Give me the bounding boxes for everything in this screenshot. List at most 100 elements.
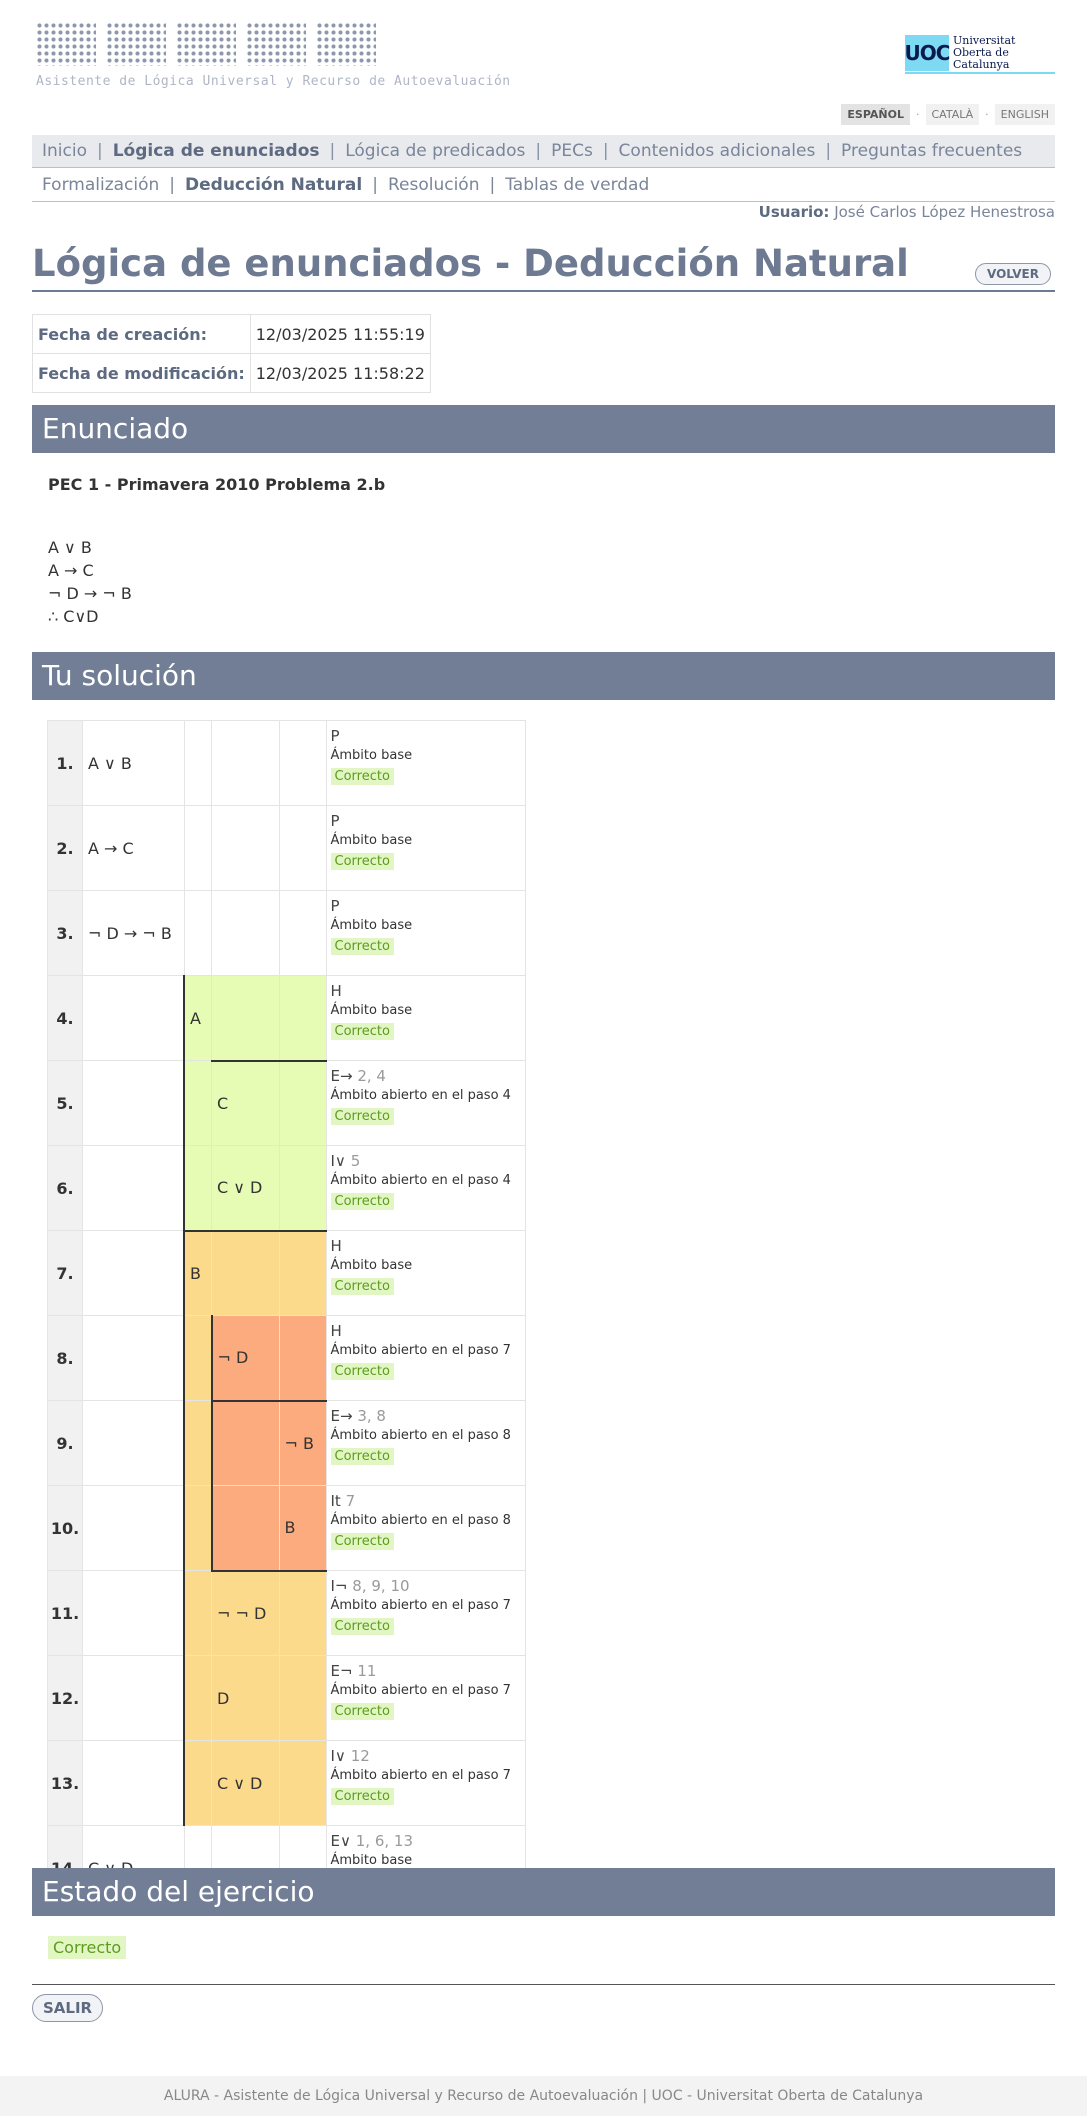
proof-justification: E→ 2, 4 Ámbito abierto en el paso 4 Correc…	[325, 1060, 526, 1146]
proof-rule: I¬ 8, 9, 10	[331, 1577, 521, 1595]
proof-rule-name: P	[330, 897, 340, 915]
proof-formula: ¬ ¬ D	[211, 1569, 280, 1656]
proof-status-badge: Correcto	[330, 853, 394, 870]
lang-english[interactable]: ENGLISH	[994, 104, 1055, 125]
nav-inicio[interactable]: Inicio	[32, 141, 97, 161]
proof-scope: Ámbito abierto en el paso 7	[330, 1768, 511, 1783]
proof-step-number: 2.	[47, 805, 83, 891]
proof-scope-cell	[82, 1145, 185, 1231]
estado-status-badge: Correcto	[48, 1936, 127, 1959]
volver-button[interactable]: VOLVER	[975, 263, 1051, 285]
proof-scope-cell	[211, 720, 280, 806]
proof-rule-name: H	[330, 1322, 342, 1340]
proof-scope-cell	[183, 1315, 212, 1401]
proof-rule: E¬ 11	[331, 1662, 521, 1680]
uoc-logo-text: Universitat Oberta de Catalunya	[953, 34, 1016, 71]
proof-status-badge: Correcto	[330, 1788, 394, 1805]
proof-rule: E∨ 1, 6, 13	[331, 1832, 521, 1850]
proof-row: 1. A ∨ B P Ámbito base Correcto	[47, 720, 526, 806]
salir-button[interactable]: SALIR	[32, 1994, 104, 2022]
nav-pecs[interactable]: PECs	[541, 141, 603, 161]
proof-row: 10. B It 7 Ámbito abierto en el paso 8 Corre…	[47, 1485, 526, 1571]
user-info: Usuario: José Carlos López Henestrosa	[759, 203, 1055, 221]
nav-contenidos-adicionales[interactable]: Contenidos adicionales	[609, 141, 826, 161]
created-value: 12/03/2025 11:55:19	[249, 314, 431, 354]
proof-step-number: 4.	[47, 975, 83, 1061]
proof-step-number: 13.	[47, 1740, 83, 1826]
proof-justification: P Ámbito base Correcto	[325, 805, 526, 891]
proof-justification: H Ámbito abierto en el paso 7 Correcto	[325, 1315, 526, 1401]
proof-rule-name: P	[330, 812, 340, 830]
proof-row: 7. B H Ámbito base Correcto	[47, 1229, 526, 1316]
subnav-tablas-verdad[interactable]: Tablas de verdad	[495, 175, 659, 195]
proof-scope-cell	[278, 1059, 327, 1146]
modified-value: 12/03/2025 11:58:22	[249, 353, 431, 393]
proof-row: 3. ¬ D → ¬ B P Ámbito base Correcto	[47, 890, 526, 976]
user-name: José Carlos López Henestrosa	[834, 203, 1055, 221]
proof-formula: ¬ B	[278, 1399, 327, 1486]
alura-logo[interactable]: Asistente de Lógica Universal y Recurso …	[36, 22, 511, 89]
proof-rule-refs: 8, 9, 10	[352, 1577, 410, 1595]
proof-scope: Ámbito abierto en el paso 7	[330, 1343, 511, 1358]
nav-logica-enunciados[interactable]: Lógica de enunciados	[103, 141, 330, 161]
subnav-deduccion-natural[interactable]: Deducción Natural	[175, 175, 372, 195]
proof-scope-cell	[82, 1230, 185, 1316]
modified-label: Fecha de modificación:	[32, 353, 251, 393]
proof-step-number: 7.	[47, 1230, 83, 1316]
nav-preguntas-frecuentes[interactable]: Preguntas frecuentes	[831, 141, 1032, 161]
proof-justification: It 7 Ámbito abierto en el paso 8 Correcto	[325, 1485, 526, 1571]
proof-justification: H Ámbito base Correcto	[325, 975, 526, 1061]
proof-formula: B	[183, 1229, 212, 1316]
uoc-logo[interactable]: UOC Universitat Oberta de Catalunya	[905, 34, 1055, 74]
main-nav: Inicio | Lógica de enunciados | Lógica de …	[32, 135, 1055, 168]
proof-scope: Ámbito base	[330, 748, 413, 763]
proof-scope-cell	[82, 975, 185, 1061]
proof-rule-name: E→	[330, 1407, 353, 1425]
proof-step-number: 1.	[47, 720, 83, 806]
proof-formula: ¬ D	[210, 1315, 280, 1401]
app-subtitle: Asistente de Lógica Universal y Recurso …	[36, 74, 511, 89]
proof-scope-cell	[183, 1145, 212, 1231]
proof-formula: ¬ D → ¬ B	[82, 890, 185, 976]
proof-scope: Ámbito abierto en el paso 7	[330, 1683, 511, 1698]
proof-row: 2. A → C P Ámbito base Correcto	[47, 805, 526, 891]
proof-formula: D	[211, 1655, 280, 1741]
proof-rule-name: H	[330, 1237, 342, 1255]
proof-scope-cell	[183, 720, 212, 806]
proof-rule: It 7	[331, 1492, 521, 1510]
proof-rule: P	[331, 812, 521, 830]
proof-row: 8. ¬ D H Ámbito abierto en el paso 7 Correc…	[47, 1315, 526, 1401]
proof-status-badge: Correcto	[330, 768, 394, 785]
proof-status-badge: Correcto	[330, 1533, 394, 1550]
proof-scope-cell	[82, 1570, 185, 1656]
proof-rule: H	[331, 982, 521, 1000]
proof-scope: Ámbito base	[330, 1003, 413, 1018]
proof-scope-cell	[278, 975, 327, 1061]
proof-scope-cell	[278, 720, 327, 806]
proof-scope: Ámbito abierto en el paso 7	[330, 1598, 511, 1613]
proof-step-number: 5.	[47, 1060, 83, 1146]
lang-espanol[interactable]: ESPAÑOL	[841, 104, 910, 125]
proof-rule-name: It	[330, 1492, 341, 1510]
proof-scope-cell	[211, 805, 280, 891]
proof-rule-refs: 5	[350, 1152, 361, 1170]
proof-scope-cell	[211, 890, 280, 976]
subnav-formalizacion[interactable]: Formalización	[32, 175, 169, 195]
nav-logica-predicados[interactable]: Lógica de predicados	[335, 141, 535, 161]
created-label: Fecha de creación:	[32, 314, 251, 354]
proof-table: 1. A ∨ B P Ámbito base Correcto 2. A → C P Ámb…	[47, 720, 526, 1911]
conclusion-item: ∴ C∨D	[48, 607, 99, 626]
proof-scope-cell	[278, 805, 327, 891]
proof-scope-cell	[82, 1485, 185, 1571]
page-title: Lógica de enunciados - Deducción Natural	[32, 242, 909, 285]
dates-table: Fecha de creación: 12/03/2025 11:55:19 F…	[32, 314, 431, 393]
lang-catala[interactable]: CATALÀ	[925, 104, 980, 125]
proof-rule-name: E¬	[330, 1662, 353, 1680]
section-enunciado: Enunciado	[32, 405, 1055, 453]
uoc-logo-mark: UOC	[905, 35, 950, 71]
proof-scope-cell	[278, 1740, 327, 1826]
subnav-resolucion[interactable]: Resolución	[378, 175, 490, 195]
proof-rule-refs: 2, 4	[357, 1067, 386, 1085]
proof-rule-name: H	[330, 982, 342, 1000]
proof-scope-cell	[211, 975, 280, 1061]
